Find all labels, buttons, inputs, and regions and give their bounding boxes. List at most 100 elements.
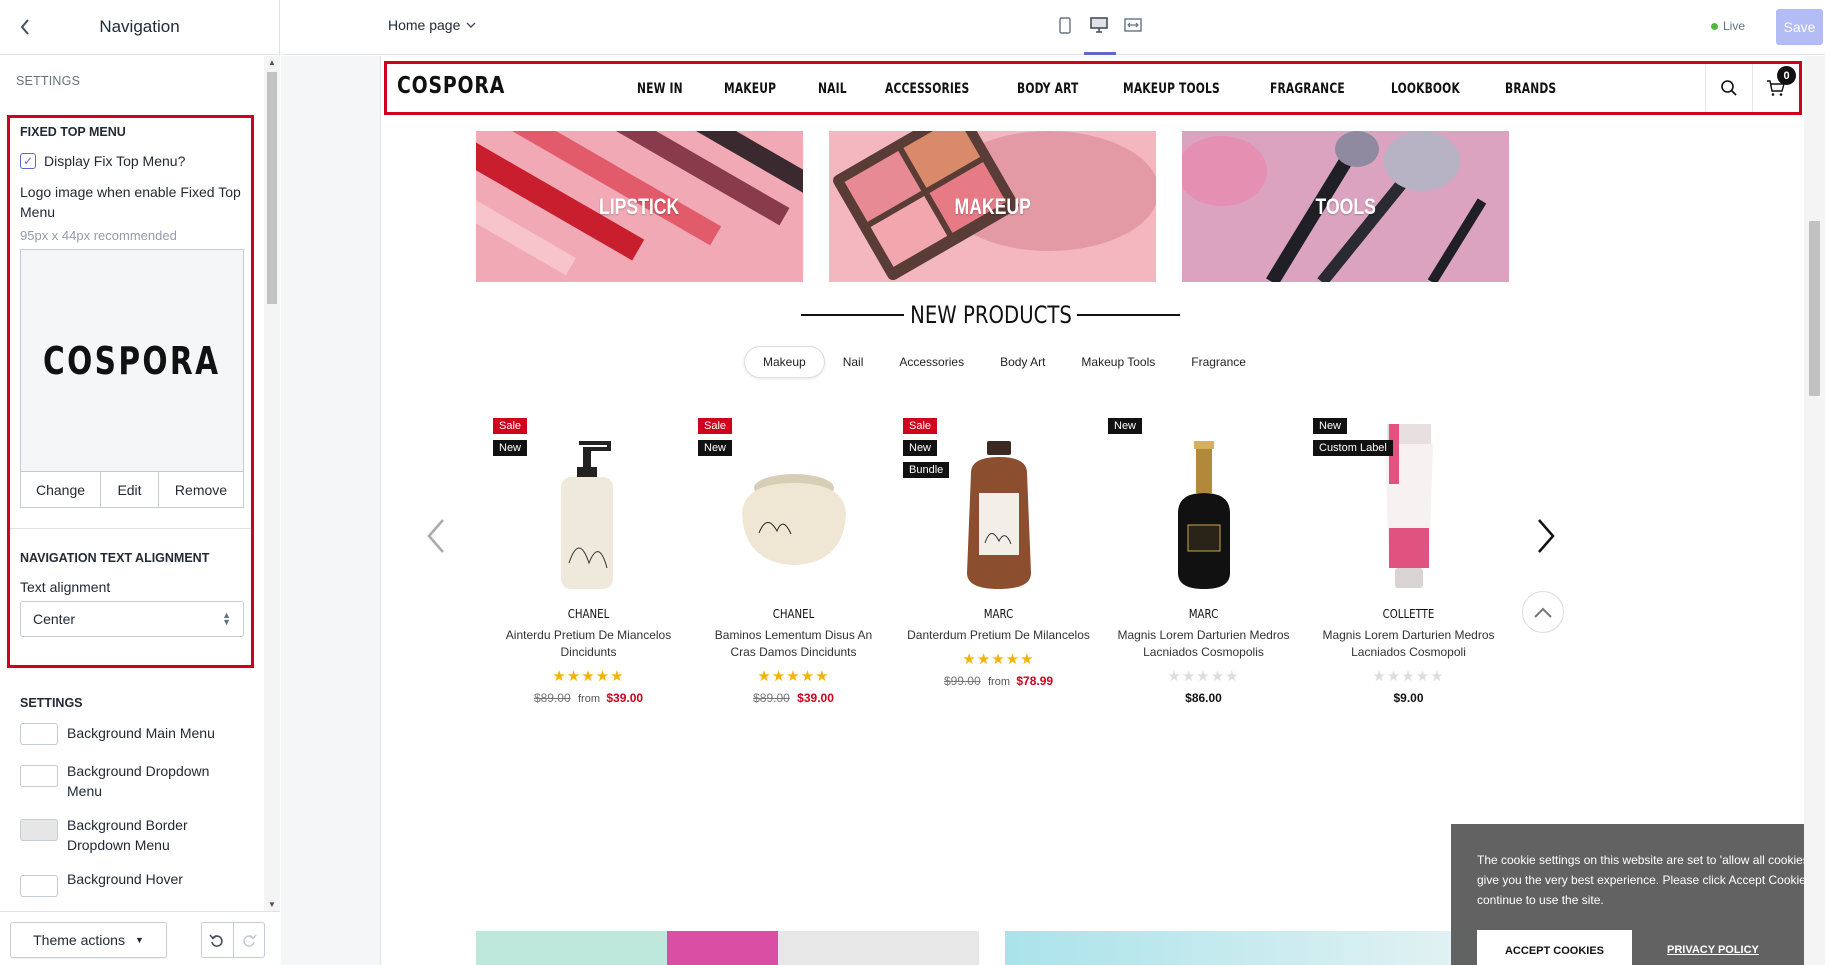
tab-body-art[interactable]: Body Art [982, 347, 1063, 377]
product-image[interactable]: New [1106, 418, 1301, 593]
scrollbar-thumb[interactable] [1809, 221, 1820, 396]
nav-item-makeup[interactable]: MAKEUP [724, 81, 776, 97]
tab-makeup-tools[interactable]: Makeup Tools [1063, 347, 1173, 377]
store-logo[interactable]: COSPORA [397, 73, 505, 99]
full-width-view-icon[interactable] [1123, 14, 1143, 36]
accept-cookies-button[interactable]: ACCEPT COOKIES [1477, 930, 1632, 965]
product-name[interactable]: Baminos Lementum Disus An Cras Damos Din… [696, 627, 891, 661]
banner-label: MAKEUP [954, 193, 1031, 219]
banner-makeup[interactable]: MAKEUP [829, 131, 1156, 282]
tab-nail[interactable]: Nail [825, 347, 882, 377]
mobile-view-icon[interactable] [1055, 14, 1075, 36]
nav-item-body-art[interactable]: BODY ART [1017, 81, 1078, 97]
product-image[interactable]: New Custom Label [1311, 418, 1506, 593]
sidebar-header: Navigation [0, 0, 279, 55]
product-image[interactable]: Sale New Bundle [901, 418, 1096, 593]
store-preview: COSPORA NEW IN MAKEUP NAIL ACCESSORIES B… [281, 56, 1825, 965]
product-brand: CHANEL [772, 607, 815, 621]
new-badge: New [903, 440, 938, 456]
swatch-row-background-hover[interactable]: Background Hover [20, 869, 244, 897]
custom-label-badge: Custom Label [1313, 440, 1393, 456]
redo-icon[interactable] [232, 923, 265, 957]
color-swatch[interactable] [20, 723, 58, 745]
swatch-row-background-dropdown[interactable]: Background Dropdown Menu [20, 761, 244, 801]
sidebar-content: SETTINGS FIXED TOP MENU ✓ Display Fix To… [0, 56, 264, 911]
settings-section-label: SETTINGS [16, 74, 81, 88]
device-switcher [1055, 14, 1143, 36]
page-selector[interactable]: Home page [388, 17, 476, 33]
nav-item-fragrance[interactable]: FRAGRANCE [1270, 81, 1345, 97]
swatch-row-background-main-menu[interactable]: Background Main Menu [20, 723, 244, 745]
product-brand: CHANEL [567, 607, 610, 621]
banner-tools[interactable]: TOOLS [1182, 131, 1509, 282]
tab-makeup[interactable]: Makeup [744, 346, 825, 378]
privacy-policy-link[interactable]: PRIVACY POLICY [1667, 944, 1759, 956]
product-tabs: Makeup Nail Accessories Body Art Makeup … [744, 346, 1264, 378]
back-to-top-button[interactable] [1522, 591, 1564, 633]
new-badge: New [493, 440, 528, 456]
undo-icon[interactable] [202, 923, 233, 957]
carousel-prev-icon[interactable] [426, 518, 446, 563]
search-icon[interactable] [1705, 64, 1752, 112]
scroll-down-icon[interactable]: ▼ [268, 900, 276, 909]
sidebar-scrollbar[interactable]: ▲ ▼ [264, 56, 280, 911]
product-image[interactable]: Sale New [696, 418, 891, 593]
product-name[interactable]: Magnis Lorem Darturien Medros Lacniados … [1311, 627, 1506, 661]
undo-redo-group [201, 922, 265, 958]
old-price: $99.00 [943, 674, 981, 688]
product-badges: Sale New [493, 418, 528, 456]
editor-topbar: Home page Live Save [281, 0, 1825, 55]
page-selector-label: Home page [388, 17, 461, 33]
theme-actions-button[interactable]: Theme actions ▼ [10, 922, 167, 958]
nav-item-lookbook[interactable]: LOOKBOOK [1391, 81, 1460, 97]
bundle-badge: Bundle [903, 462, 950, 478]
nav-item-makeup-tools[interactable]: MAKEUP TOOLS [1123, 81, 1220, 97]
product-name[interactable]: Ainterdu Pretium De Miancelos Dincidunts [491, 627, 686, 661]
tab-accessories[interactable]: Accessories [881, 347, 982, 377]
old-price: $89.00 [533, 691, 571, 705]
color-swatch[interactable] [20, 875, 58, 897]
preview-scrollbar[interactable] [1804, 56, 1825, 965]
product-card[interactable]: New MARC Magnis Lorem Darturien Medros L… [1106, 418, 1301, 705]
product-card[interactable]: Sale New CHANEL Baminos Lementum Disus A… [696, 418, 891, 705]
banner-lipstick[interactable]: LIPSTICK [476, 131, 803, 282]
nav-item-accessories[interactable]: ACCESSORIES [885, 81, 969, 97]
cart-icon[interactable]: 0 [1752, 64, 1799, 112]
highlight-box [7, 115, 254, 668]
carousel-next-icon[interactable] [1536, 518, 1556, 563]
chevron-down-icon [466, 22, 476, 28]
rating-stars-icon: ★★★★★ [757, 668, 830, 685]
rating-stars-icon: ★★★★★ [1167, 668, 1240, 685]
nav-item-nail[interactable]: NAIL [818, 81, 847, 97]
product-name[interactable]: Magnis Lorem Darturien Medros Lacniados … [1106, 627, 1301, 661]
product-price: $86.00 [1106, 691, 1301, 705]
product-card[interactable]: Sale New Bundle MARC Danterdum Pretium D… [901, 418, 1096, 705]
sidebar: Navigation SETTINGS FIXED TOP MENU ✓ Dis… [0, 0, 280, 965]
product-badges: Sale New [698, 418, 733, 456]
product-name[interactable]: Danterdum Pretium De Milancelos [901, 627, 1096, 644]
bottom-banners [476, 931, 1507, 965]
product-price: $99.00 from $78.99 [901, 674, 1096, 688]
product-image[interactable]: Sale New [491, 418, 686, 593]
product-carousel: Sale New CHANEL Ainterdu Pretium De Mian… [491, 418, 1506, 705]
color-swatch[interactable] [20, 819, 58, 841]
cookie-message: The cookie settings on this website are … [1477, 853, 1825, 907]
chevron-left-icon[interactable] [14, 16, 36, 38]
nav-item-brands[interactable]: BRANDS [1505, 81, 1556, 97]
bottom-banner-right[interactable] [1005, 931, 1507, 965]
desktop-view-icon[interactable] [1089, 14, 1109, 36]
product-price: $89.00 from $39.00 [491, 691, 686, 705]
color-swatch[interactable] [20, 765, 58, 787]
scroll-up-icon[interactable]: ▲ [268, 58, 276, 67]
swatch-row-background-border-dropdown[interactable]: Background Border Dropdown Menu [20, 815, 244, 855]
rating-stars-icon: ★★★★★ [552, 668, 625, 685]
bottom-banner-left[interactable] [476, 931, 979, 965]
nav-item-new-in[interactable]: NEW IN [637, 81, 683, 97]
save-button[interactable]: Save [1776, 9, 1823, 45]
swatch-label: Background Border Dropdown Menu [67, 817, 188, 853]
scrollbar-thumb[interactable] [267, 72, 277, 304]
product-card[interactable]: Sale New CHANEL Ainterdu Pretium De Mian… [491, 418, 686, 705]
product-card[interactable]: New Custom Label COLLETTE Magnis Lorem D… [1311, 418, 1506, 705]
tab-fragrance[interactable]: Fragrance [1173, 347, 1264, 377]
current-price: $39.00 [797, 691, 834, 705]
